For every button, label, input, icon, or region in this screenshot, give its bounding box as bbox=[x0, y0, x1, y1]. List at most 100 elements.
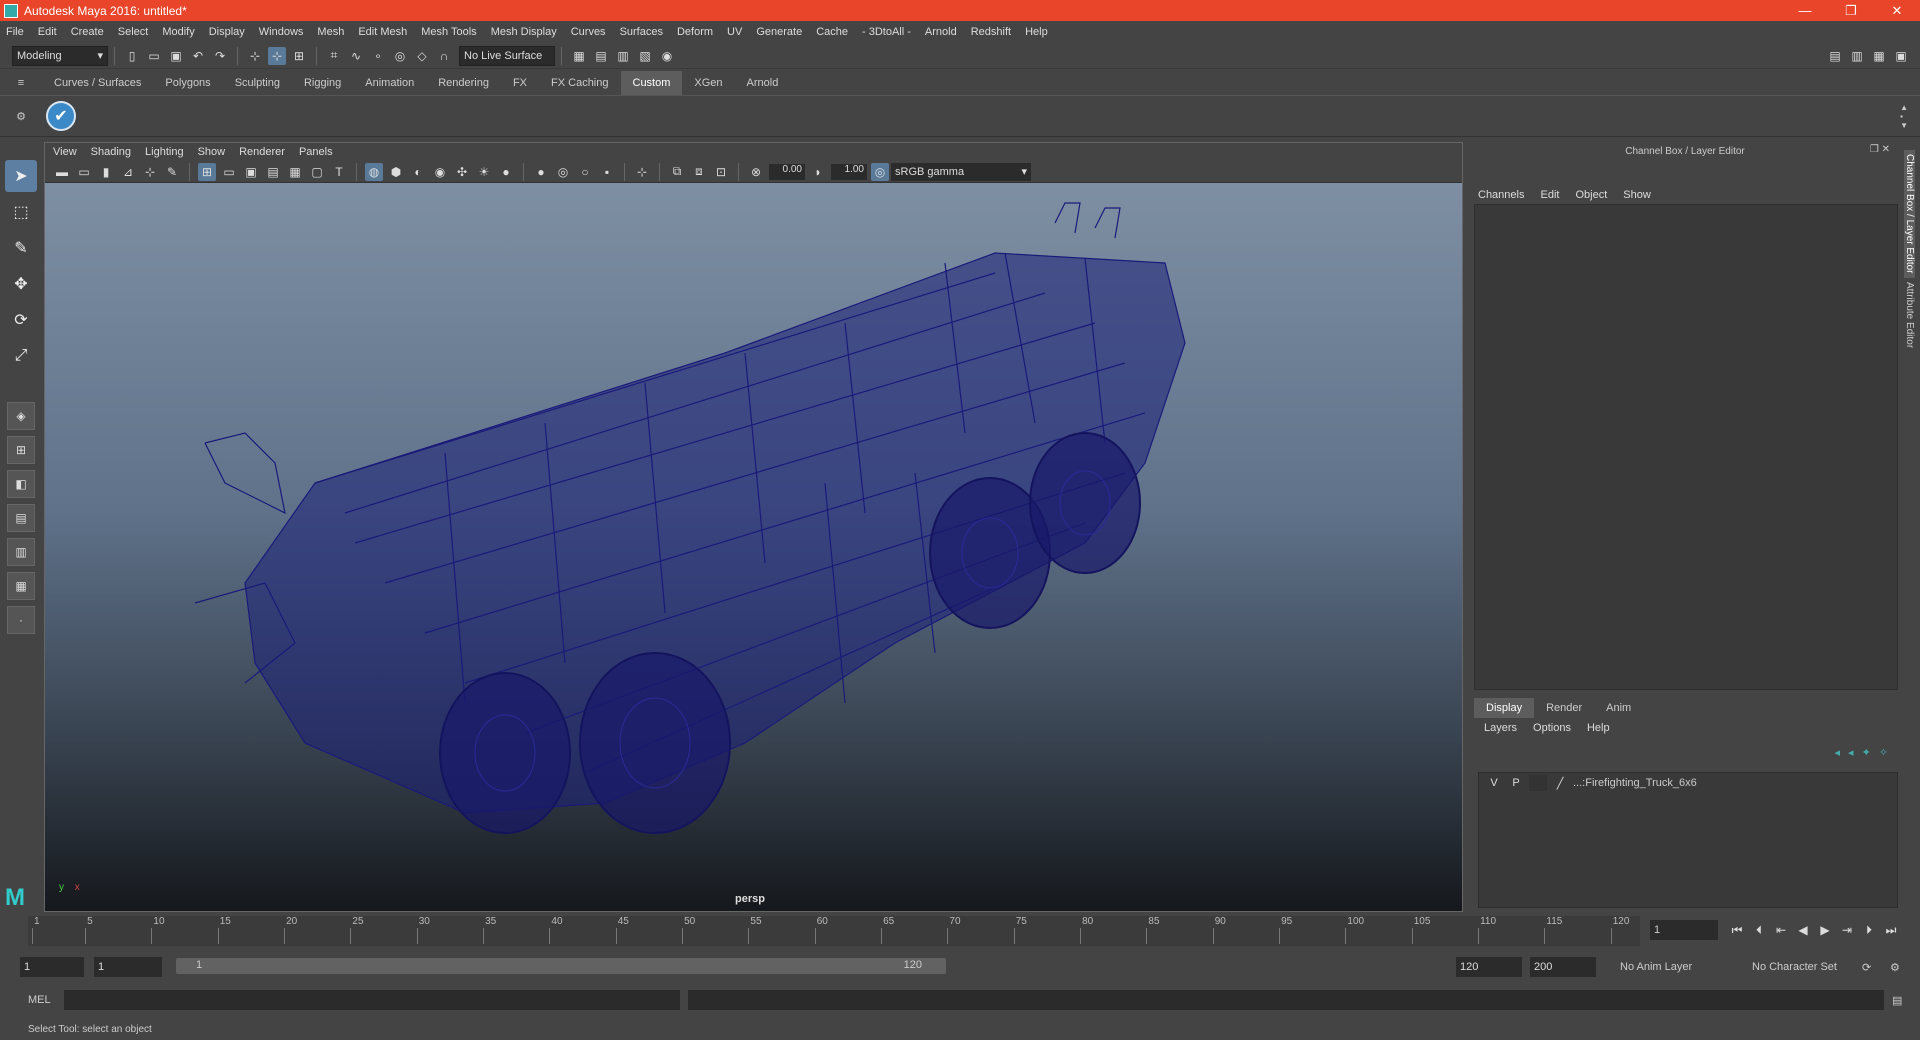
tab-rendering[interactable]: Rendering bbox=[426, 71, 501, 95]
time-slider[interactable]: 1 5 10 15 20 25 30 35 40 45 50 55 60 65 70 75 80 85 90 95 10… bbox=[28, 916, 1640, 946]
menu-windows[interactable]: Windows bbox=[259, 26, 304, 38]
side-tab-attribute-editor[interactable]: Attribute Editor bbox=[1904, 278, 1915, 352]
anim-layer-dropdown[interactable]: No Anim Layer bbox=[1620, 957, 1740, 977]
command-language-label[interactable]: MEL bbox=[28, 994, 58, 1006]
layer-row[interactable]: V P ╱ ...:Firefighting_Truck_6x6 bbox=[1479, 773, 1897, 793]
channel-box-menu-show[interactable]: Show bbox=[1623, 189, 1651, 201]
menu-edit-mesh[interactable]: Edit Mesh bbox=[358, 26, 407, 38]
select-tool-icon[interactable]: ➤ bbox=[5, 160, 37, 192]
panel-menu-show[interactable]: Show bbox=[198, 146, 226, 158]
menu-uv[interactable]: UV bbox=[727, 26, 742, 38]
menu-arnold[interactable]: Arnold bbox=[925, 26, 957, 38]
grease-pencil-icon[interactable]: ✎ bbox=[163, 163, 181, 181]
safe-title-icon[interactable]: T bbox=[330, 163, 348, 181]
scale-tool-icon[interactable]: ⤢ bbox=[5, 340, 37, 372]
snap-grid-icon[interactable]: ⌗ bbox=[325, 47, 343, 65]
xray-icon[interactable]: ⊹ bbox=[633, 163, 651, 181]
play-backwards-icon[interactable]: ◀ bbox=[1792, 923, 1814, 937]
auto-key-icon[interactable]: ⟳ bbox=[1862, 961, 1871, 974]
step-forward-frame-icon[interactable]: ⏵ bbox=[1858, 923, 1880, 938]
make-live-icon[interactable]: ◇ bbox=[413, 47, 431, 65]
tab-custom[interactable]: Custom bbox=[620, 71, 683, 95]
animation-end-field[interactable]: 200 bbox=[1530, 957, 1596, 977]
float-panel-icon[interactable]: ❐ ✕ bbox=[1870, 144, 1890, 155]
menu-modify[interactable]: Modify bbox=[162, 26, 194, 38]
play-forwards-icon[interactable]: ▶ bbox=[1814, 923, 1836, 937]
new-layer-selected-icon[interactable]: ✧ bbox=[1879, 746, 1888, 759]
restore-button[interactable]: ❐ bbox=[1828, 3, 1874, 19]
wireframe-on-shaded-icon[interactable]: ◐ bbox=[409, 163, 427, 181]
menu-curves[interactable]: Curves bbox=[571, 26, 606, 38]
menu-edit[interactable]: Edit bbox=[38, 26, 57, 38]
panel-menu-lighting[interactable]: Lighting bbox=[145, 146, 184, 158]
close-button[interactable]: ✕ bbox=[1874, 3, 1920, 19]
layer-menu-help[interactable]: Help bbox=[1587, 722, 1610, 734]
menu-redshift[interactable]: Redshift bbox=[971, 26, 1011, 38]
tab-sculpting[interactable]: Sculpting bbox=[222, 71, 292, 95]
tab-polygons[interactable]: Polygons bbox=[153, 71, 223, 95]
render-settings-icon[interactable]: ▧ bbox=[636, 47, 654, 65]
undo-icon[interactable]: ↶ bbox=[189, 47, 207, 65]
step-forward-key-icon[interactable]: ⇥ bbox=[1836, 923, 1858, 937]
tab-curves-surfaces[interactable]: Curves / Surfaces bbox=[42, 71, 154, 95]
tab-fx-caching[interactable]: FX Caching bbox=[539, 71, 621, 95]
layer-menu-options[interactable]: Options bbox=[1533, 722, 1571, 734]
scroll-more-icon[interactable]: ▪ bbox=[1900, 112, 1908, 121]
animation-start-field[interactable]: 1 bbox=[20, 957, 84, 977]
exposure-field[interactable]: 0.00 bbox=[769, 163, 805, 180]
panel-menu-renderer[interactable]: Renderer bbox=[239, 146, 285, 158]
layer-name[interactable]: ...:Firefighting_Truck_6x6 bbox=[1573, 777, 1697, 789]
film-gate-icon[interactable]: ▭ bbox=[220, 163, 238, 181]
command-input[interactable] bbox=[64, 990, 680, 1010]
shelf-scroll[interactable]: ▲ ▪ ▼ bbox=[1900, 103, 1908, 130]
backface-culling-icon[interactable]: ⊡ bbox=[712, 163, 730, 181]
channel-list[interactable] bbox=[1474, 204, 1898, 690]
render-frame-icon[interactable]: ▤ bbox=[592, 47, 610, 65]
playback-end-field[interactable]: 120 bbox=[1456, 957, 1522, 977]
image-plane-icon[interactable]: ⊿ bbox=[119, 163, 137, 181]
move-tool-icon[interactable]: ✥ bbox=[5, 268, 37, 300]
move-layer-up-icon[interactable]: ◂ bbox=[1835, 746, 1841, 759]
truck-wireframe-model[interactable] bbox=[45, 183, 1462, 911]
range-slider[interactable]: 1 120 bbox=[176, 958, 946, 974]
tab-anim[interactable]: Anim bbox=[1594, 698, 1643, 718]
xray-active-components-icon[interactable]: ⧈ bbox=[690, 163, 708, 181]
menu-surfaces[interactable]: Surfaces bbox=[620, 26, 663, 38]
layer-display-type[interactable] bbox=[1529, 775, 1547, 791]
smooth-shade-icon[interactable]: ⬢ bbox=[387, 163, 405, 181]
menu-select[interactable]: Select bbox=[118, 26, 149, 38]
tab-render[interactable]: Render bbox=[1534, 698, 1594, 718]
color-management-icon[interactable]: ◎ bbox=[871, 162, 889, 181]
go-to-start-icon[interactable]: ⏮ bbox=[1726, 923, 1748, 938]
scroll-up-icon[interactable]: ▲ bbox=[1900, 103, 1908, 112]
persp-outliner-layout-icon[interactable]: ◧ bbox=[7, 470, 35, 498]
outliner-toggle-icon[interactable]: ▥ bbox=[1848, 47, 1866, 65]
move-layer-down-icon[interactable]: ◂ bbox=[1848, 746, 1854, 759]
channel-box-menu-object[interactable]: Object bbox=[1575, 189, 1607, 201]
menu-set-dropdown[interactable]: Modeling ▾ bbox=[12, 45, 108, 66]
menu-mesh[interactable]: Mesh bbox=[317, 26, 344, 38]
step-back-frame-icon[interactable]: ⏴ bbox=[1748, 923, 1770, 938]
safe-action-icon[interactable]: ▢ bbox=[308, 163, 326, 181]
new-layer-icon[interactable]: ✦ bbox=[1862, 746, 1871, 759]
channel-box-toggle-icon[interactable]: ▦ bbox=[1870, 47, 1888, 65]
shelf-menu-icon[interactable]: ≡ bbox=[0, 71, 42, 95]
character-set-dropdown[interactable]: No Character Set bbox=[1752, 957, 1872, 977]
menu-generate[interactable]: Generate bbox=[756, 26, 802, 38]
paint-select-tool-icon[interactable]: ✎ bbox=[5, 232, 37, 264]
go-to-end-icon[interactable]: ⏭ bbox=[1880, 923, 1902, 938]
menu-3dtoall[interactable]: - 3DtoAll - bbox=[862, 26, 911, 38]
textured-icon[interactable]: ◉ bbox=[431, 163, 449, 181]
save-scene-icon[interactable]: ▣ bbox=[167, 47, 185, 65]
persp-hypershade-layout-icon[interactable]: ▥ bbox=[7, 538, 35, 566]
minimize-button[interactable]: — bbox=[1782, 3, 1828, 19]
two-d-pan-icon[interactable]: ⊹ bbox=[141, 163, 159, 181]
grid-icon[interactable]: ⊞ bbox=[198, 162, 216, 181]
tab-display[interactable]: Display bbox=[1474, 698, 1535, 718]
new-scene-icon[interactable]: ▯ bbox=[123, 47, 141, 65]
select-hierarchy-icon[interactable]: ⊹ bbox=[246, 47, 264, 65]
select-component-icon[interactable]: ⊞ bbox=[290, 47, 308, 65]
resolution-gate-icon[interactable]: ▣ bbox=[242, 163, 260, 181]
single-perspective-layout-icon[interactable]: ◈ bbox=[7, 402, 35, 430]
render-view-icon[interactable]: ▦ bbox=[570, 47, 588, 65]
